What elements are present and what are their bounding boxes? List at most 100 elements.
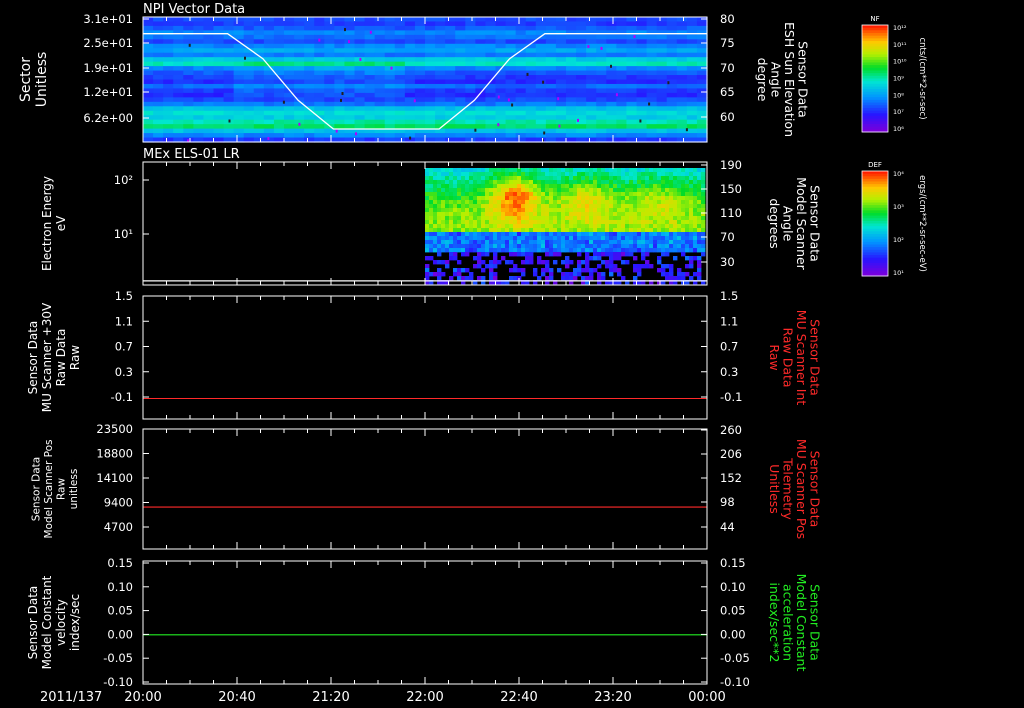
colorbar-def: DEF 10⁴ 10³ 10² 10¹ ergs/(cm**2-sr-sec-eV) bbox=[861, 161, 927, 277]
mu_int-right-tick-label: 0.3 bbox=[720, 365, 738, 379]
npi-left-axis-label: Sector bbox=[18, 57, 34, 102]
model_const-right-tick-label: 0.00 bbox=[720, 627, 746, 641]
mu_int-left-tick-label: 1.1 bbox=[115, 314, 133, 328]
els-title: MEx ELS-01 LR bbox=[143, 147, 240, 162]
colorbar-tick-label: 10⁷ bbox=[893, 108, 904, 116]
mu_int-left-axis-label: Sensor Data bbox=[26, 321, 40, 395]
colorbar-tick-label: 10⁴ bbox=[893, 170, 904, 178]
model_const-left-tick-label: 0.10 bbox=[107, 580, 133, 594]
mu_int-left-axis-label: Raw bbox=[68, 345, 82, 370]
els-right-tick-label: 30 bbox=[720, 255, 735, 269]
colorbar-tick-label: 10⁶ bbox=[893, 125, 904, 133]
model_const-left-axis-label: index/sec bbox=[68, 594, 82, 651]
mu_pos-left-axis-label: Sensor Data bbox=[30, 457, 42, 521]
els-heatmap bbox=[425, 168, 706, 285]
colorbar-tick-label: 10⁹ bbox=[893, 75, 904, 83]
model_const-left-tick-label: -0.05 bbox=[103, 651, 133, 665]
els-right-tick-label: 70 bbox=[720, 230, 735, 244]
mu_int-left-axis-label: Raw Data bbox=[54, 329, 68, 387]
colorbar-nf: NF 10¹² 10¹¹ 10¹⁰ 10⁹ 10⁸ 10⁷ 10⁶ cnts/(cm**2-sr… bbox=[861, 15, 927, 133]
model_const-right-tick-label: 0.05 bbox=[720, 604, 746, 618]
npi-left-tick-label: 6.2e+00 bbox=[83, 111, 133, 125]
mu_pos-left-tick-label: 9400 bbox=[104, 496, 133, 510]
colorbar-tick-label: 10⁸ bbox=[893, 91, 904, 99]
model_const-frame bbox=[142, 560, 708, 685]
mu_pos-right-tick-label: 98 bbox=[720, 495, 735, 509]
panel-els bbox=[143, 168, 707, 285]
panel-npi bbox=[143, 17, 708, 143]
colorbar-tick-label: 10² bbox=[893, 236, 904, 244]
panel-mu_pos-axes: 23500 18800 14100 9400 4700 260 206 152 98 44 Sens… bbox=[30, 422, 822, 550]
time-axis-tick-label: 22:00 bbox=[406, 690, 443, 705]
model_const-right-tick-label: 0.15 bbox=[720, 556, 746, 570]
mu_int-right-tick-label: 1.1 bbox=[720, 314, 738, 328]
npi-right-tick-label: 70 bbox=[720, 61, 735, 75]
mu_int-right-tick-label: -0.1 bbox=[720, 390, 742, 404]
stacked-time-series-plot: NPI Vector Data 3.1e+01 2.5e+01 1.9e+01 1.2e… bbox=[18, 2, 927, 705]
npi-left-tick-label: 3.1e+01 bbox=[83, 12, 133, 26]
model_const-right-tick-label: -0.05 bbox=[720, 651, 750, 665]
mu_pos-frame bbox=[142, 428, 708, 550]
els-right-tick-label: 150 bbox=[720, 182, 742, 196]
colorbar-tick-label: 10¹⁰ bbox=[893, 58, 907, 66]
colorbar-tick-label: 10¹² bbox=[893, 24, 907, 32]
els-right-tick-label: 190 bbox=[720, 158, 742, 172]
mu_int-left-tick-label: 1.5 bbox=[115, 289, 133, 303]
time-axis-tick-label: 20:40 bbox=[218, 690, 255, 705]
els-left-tick-label: 10² bbox=[114, 173, 133, 187]
time-axis-tick-label: 23:20 bbox=[594, 690, 631, 705]
time-axis-tick-label: 21:20 bbox=[312, 690, 349, 705]
time-axis-tick-label: 00:00 bbox=[688, 690, 725, 705]
mu_pos-left-tick-label: 18800 bbox=[96, 447, 133, 461]
npi-heatmap bbox=[143, 17, 708, 143]
els-left-tick-label: 10¹ bbox=[114, 227, 133, 241]
colorbar-label: DEF bbox=[868, 161, 882, 169]
mu_pos-right-tick-label: 152 bbox=[720, 471, 742, 485]
mu_int-left-axis-label: MU Scanner +30V bbox=[40, 302, 54, 412]
model_const-left-tick-label: 0.05 bbox=[107, 604, 133, 618]
mu_pos-left-tick-label: 4700 bbox=[104, 520, 133, 534]
colorbar-tick-label: 10¹ bbox=[893, 269, 904, 277]
mu_int-right-axis-label: Raw bbox=[767, 344, 782, 370]
colorbar-unit: cnts/(cm**2-sr-sec) bbox=[917, 37, 927, 119]
model_const-left-tick-label: 0.00 bbox=[107, 627, 133, 641]
colorbar-tick-label: 10³ bbox=[893, 203, 904, 211]
model_const-right-tick-label: -0.10 bbox=[720, 675, 750, 689]
model_const-left-tick-label: 0.15 bbox=[107, 556, 133, 570]
panel-mu_int-axes: 1.5 1.1 0.7 0.3 -0.1 1.5 1.1 0.7 0.3 -0.1 Sensor D… bbox=[26, 289, 822, 420]
mu_int-left-tick-label: -0.1 bbox=[111, 390, 133, 404]
mu_pos-right-tick-label: 206 bbox=[720, 447, 742, 461]
time-axis-tick-label: 22:40 bbox=[500, 690, 537, 705]
npi-left-axis-label: Unitless bbox=[34, 52, 50, 108]
els-right-tick-label: 110 bbox=[720, 206, 742, 220]
npi-title: NPI Vector Data bbox=[143, 2, 245, 17]
colorbar-tick-label: 10¹¹ bbox=[893, 41, 907, 49]
mu_pos-left-axis-label: unitless bbox=[68, 469, 80, 510]
mu_pos-left-axis-label: Raw bbox=[55, 478, 67, 500]
npi-left-tick-label: 1.9e+01 bbox=[83, 61, 133, 75]
time-axis-tick-label: 20:00 bbox=[124, 690, 161, 705]
els-left-axis-label: Electron Energy bbox=[40, 176, 54, 271]
mu_int-right-tick-label: 1.5 bbox=[720, 289, 738, 303]
mu_pos-left-tick-label: 23500 bbox=[96, 422, 133, 436]
colorbar-unit: ergs/(cm**2-sr-sec-eV) bbox=[917, 175, 927, 272]
time-axis-date: 2011/137 bbox=[40, 690, 102, 705]
els-right-axis-label: degrees bbox=[767, 198, 782, 248]
model_const-left-axis-label: Sensor Data bbox=[26, 586, 40, 660]
npi-left-tick-label: 1.2e+01 bbox=[83, 85, 133, 99]
mu_int-frame bbox=[142, 295, 708, 420]
els-left-axis-label: eV bbox=[54, 215, 68, 231]
mu_int-right-tick-label: 0.7 bbox=[720, 340, 738, 354]
panel-model_const-axes: 0.15 0.10 0.05 0.00 -0.05 -0.10 0.15 0.10 0.05 0.… bbox=[26, 556, 822, 689]
npi-right-axis-label: degree bbox=[755, 58, 770, 102]
model_const-left-axis-label: Model Constant bbox=[40, 575, 54, 669]
mu_pos-left-tick-label: 14100 bbox=[96, 471, 133, 485]
model_const-right-tick-label: 0.10 bbox=[720, 580, 746, 594]
model_const-right-axis-label: index/sec**2 bbox=[767, 583, 782, 663]
mu_pos-right-tick-label: 44 bbox=[720, 520, 735, 534]
npi-left-tick-label: 2.5e+01 bbox=[83, 36, 133, 50]
time-axis: 2011/137 20:00 20:40 21:20 22:00 22:40 23:20 00… bbox=[40, 690, 726, 705]
mu_pos-right-axis-label: Unitless bbox=[767, 464, 782, 514]
mu_int-left-tick-label: 0.3 bbox=[115, 365, 133, 379]
npi-right-tick-label: 60 bbox=[720, 110, 735, 124]
